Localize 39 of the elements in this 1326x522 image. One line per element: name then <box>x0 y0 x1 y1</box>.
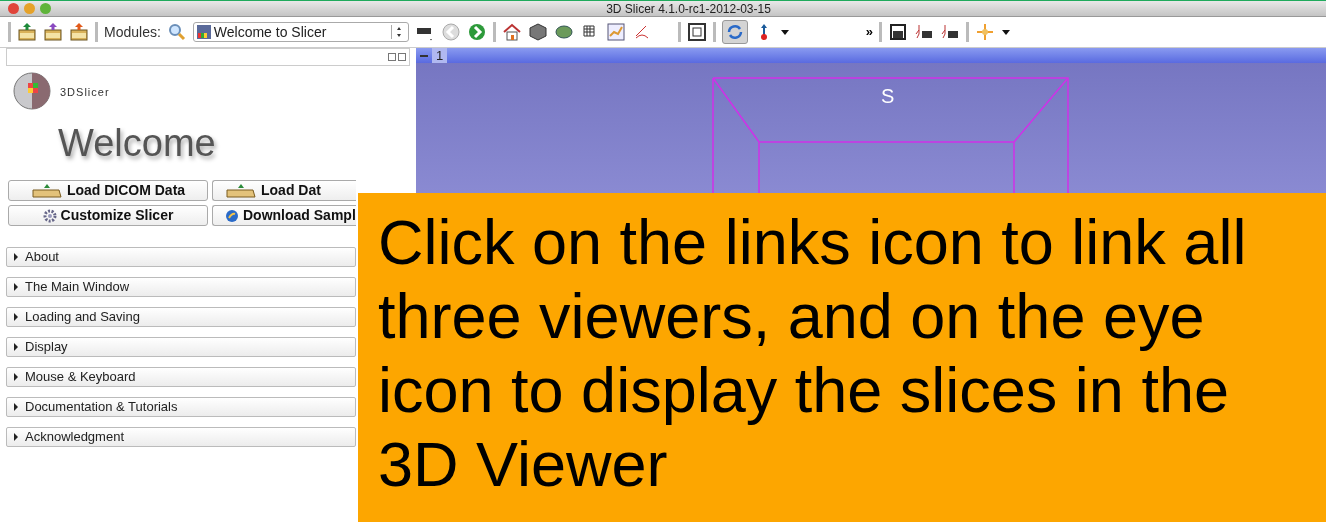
collapsible-section[interactable]: Documentation & Tutorials <box>6 397 356 417</box>
callout-text: Click on the links icon to link all three viewers, and on the eye icon to display the slices in the 3D Viewer <box>378 206 1248 501</box>
overflow-button[interactable]: » <box>865 22 874 42</box>
panel-button[interactable]: Load Dat <box>212 180 356 201</box>
collapsible-section[interactable]: Acknowledgment <box>6 427 356 447</box>
close-button[interactable] <box>8 3 19 14</box>
cube-icon[interactable] <box>527 22 548 42</box>
collapsible-section[interactable]: About <box>6 247 356 267</box>
collapsible-section[interactable]: Display <box>6 337 356 357</box>
modules-label: Modules: <box>104 22 161 42</box>
module-dropdown[interactable]: Welcome to Slicer <box>192 22 409 42</box>
dicom-icon[interactable] <box>43 22 63 42</box>
save-icon[interactable] <box>69 22 89 42</box>
window-title: 3D Slicer 4.1.0-rc1-2012-03-15 <box>606 0 771 18</box>
view-tab[interactable]: 1 <box>432 48 448 63</box>
search-icon[interactable] <box>166 22 187 42</box>
link-icon[interactable] <box>721 20 748 44</box>
logo-text: 3DSlicer <box>60 84 110 100</box>
panel-button[interactable]: Load DICOM Data <box>8 180 208 201</box>
home-icon[interactable] <box>501 22 522 42</box>
globe-icon <box>225 208 239 223</box>
panel-button[interactable]: Download Sampl <box>212 205 356 226</box>
float-icon[interactable] <box>388 53 396 61</box>
orientation-label: S <box>881 84 895 109</box>
collapsible-section[interactable]: Loading and Saving <box>6 307 356 327</box>
welcome-heading: Welcome <box>58 122 216 164</box>
camera-icon[interactable] <box>888 22 909 42</box>
gear-icon <box>42 208 57 223</box>
collapsible-section[interactable]: Mouse & Keyboard <box>6 367 356 387</box>
module-name: Welcome to Slicer <box>213 22 328 42</box>
data-folder-icon <box>225 183 257 198</box>
module-icon <box>196 25 211 39</box>
forward-icon[interactable] <box>466 22 487 42</box>
dicom-folder-icon <box>30 183 63 198</box>
load-data-icon[interactable] <box>17 22 37 42</box>
collapsible-section[interactable]: The Main Window <box>6 277 356 297</box>
view-layout-icon[interactable] <box>686 22 707 42</box>
panel-button[interactable]: Customize Slicer <box>8 205 208 226</box>
3d-viewer[interactable]: 1 S <box>416 48 1326 193</box>
